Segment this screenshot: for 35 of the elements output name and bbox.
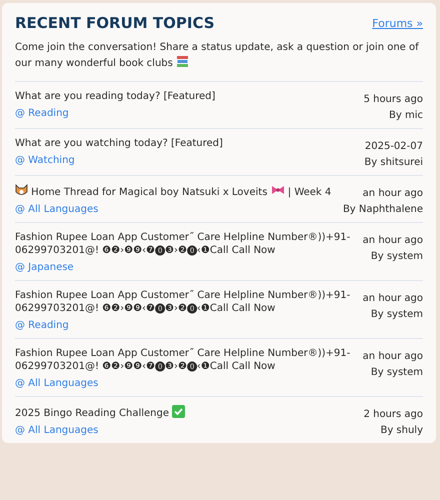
- author-name: By Naphthalene: [342, 203, 423, 216]
- group-link[interactable]: @ Reading: [15, 319, 69, 332]
- group-link[interactable]: @ Japanese: [15, 261, 74, 274]
- author-name: By shuly: [379, 424, 423, 437]
- post-time: an hour ago: [362, 187, 423, 200]
- topic-title[interactable]: Fashion Rupee Loan App Customer˝ Care Helpline Number®))+91-06299703201@! ❻❷›❾❾‹❼⓿❸›❷⓿‹❶Call Call Now: [15, 289, 353, 315]
- forums-link[interactable]: Forums »: [372, 16, 423, 30]
- section-title: RECENT FORUM TOPICS: [15, 14, 215, 32]
- cat-icon: [15, 184, 28, 197]
- check-icon: [172, 405, 186, 418]
- post-time: 2025-02-07: [364, 140, 423, 153]
- post-time: an hour ago: [362, 234, 423, 247]
- author-name: By system: [370, 366, 423, 379]
- group-link[interactable]: @ All Languages: [15, 377, 98, 390]
- books-icon: [176, 55, 190, 68]
- author-name: By mic: [388, 109, 423, 122]
- post-time: 2 hours ago: [364, 408, 423, 421]
- group-link[interactable]: @ All Languages: [15, 424, 98, 437]
- author-name: By system: [370, 308, 423, 321]
- post-time: an hour ago: [362, 350, 423, 363]
- post-time: 5 hours ago: [364, 93, 423, 106]
- author-name: By shitsurei: [364, 156, 423, 169]
- ribbon-icon: [270, 184, 285, 197]
- topic-title[interactable]: Fashion Rupee Loan App Customer˝ Care Helpline Number®))+91-06299703201@! ❻❷›❾❾‹❼⓿❸›❷⓿‹❶Call Call Now: [15, 231, 353, 257]
- topic-title[interactable]: What are you reading today? [Featured]: [15, 90, 354, 103]
- author-name: By system: [370, 250, 423, 263]
- topic-title[interactable]: What are you watching today? [Featured]: [15, 137, 354, 150]
- post-time: an hour ago: [362, 292, 423, 305]
- group-link[interactable]: @ Reading: [15, 107, 69, 120]
- intro-text: Come join the conversation! Share a status update, ask a question or join one of our many wonderful book clubs: [15, 41, 420, 71]
- group-link[interactable]: @ All Languages: [15, 203, 98, 216]
- topic-title[interactable]: Fashion Rupee Loan App Customer˝ Care Helpline Number®))+91-06299703201@! ❻❷›❾❾‹❼⓿❸›❷⓿‹❶Call Call Now: [15, 347, 353, 373]
- group-link[interactable]: @ Watching: [15, 154, 75, 167]
- topic-title[interactable]: 2025 Bingo Reading Challenge: [15, 405, 354, 420]
- topic-title[interactable]: Home Thread for Magical boy Natsuki x Loveits | Week 4: [15, 184, 333, 199]
